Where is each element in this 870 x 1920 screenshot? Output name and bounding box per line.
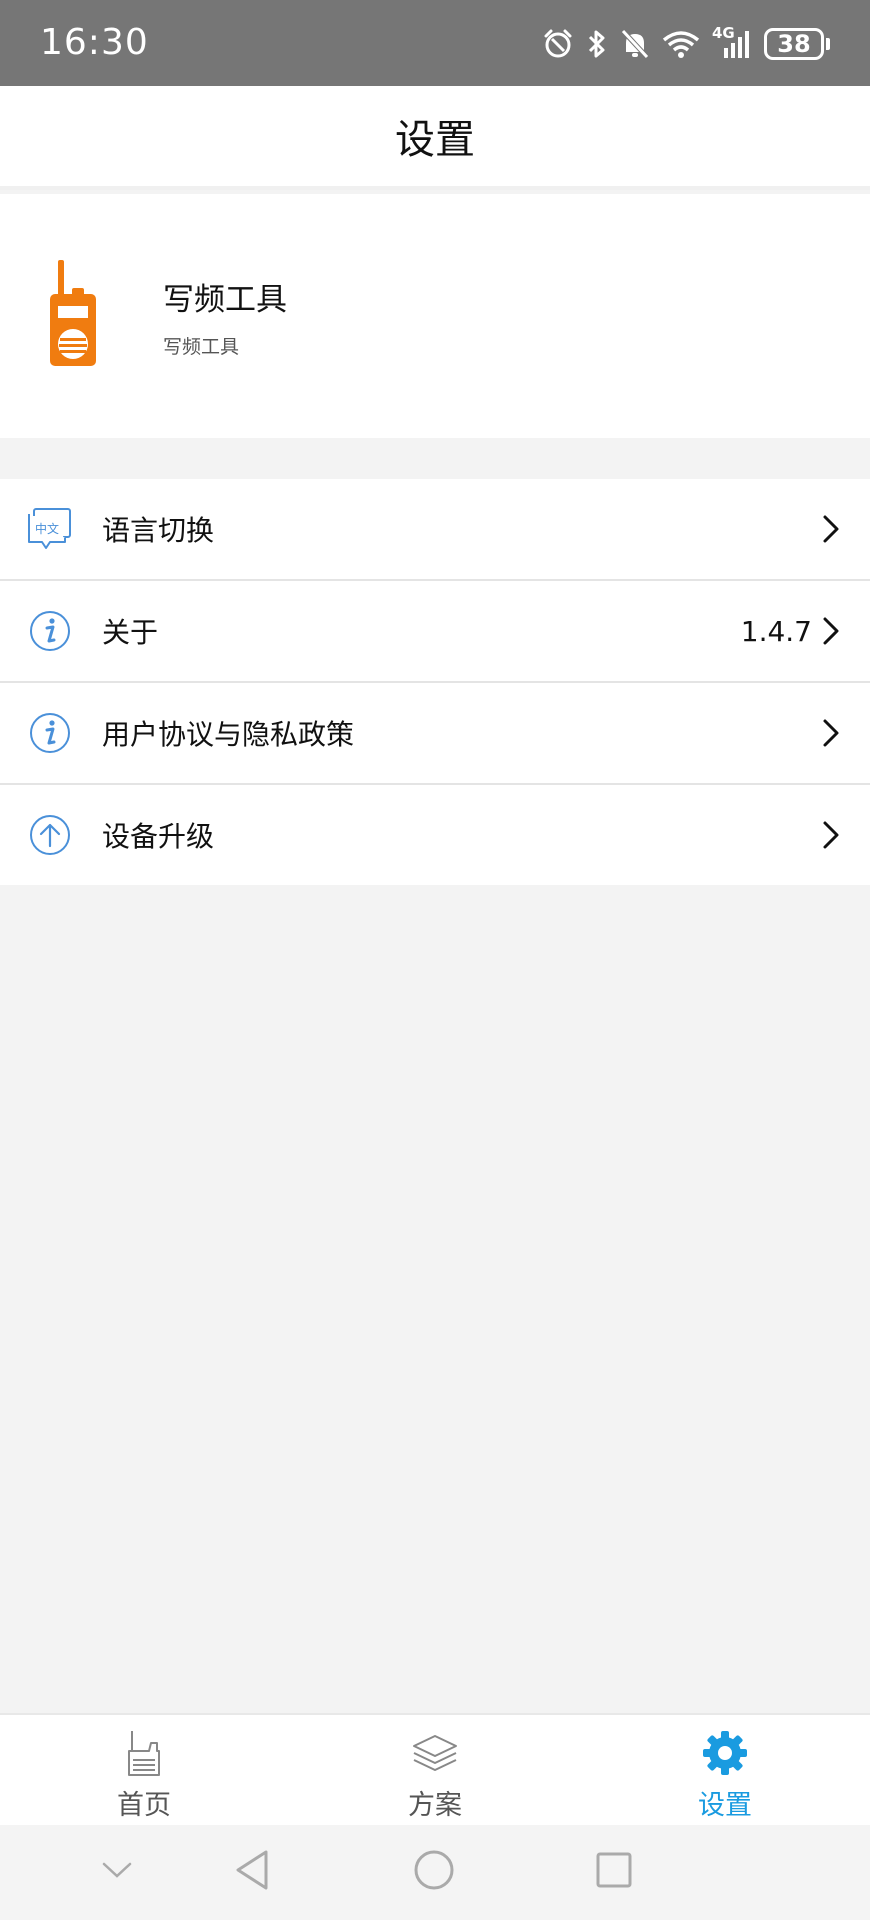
settings-item-label: 设备升级 — [102, 820, 215, 853]
settings-item-about[interactable]: 关于 1.4.7 — [0, 581, 870, 683]
status-icons: 4G 38 — [542, 24, 830, 64]
home-button[interactable] — [409, 1847, 459, 1897]
nav-item-home[interactable]: 首页 — [44, 1715, 244, 1827]
info-icon — [28, 711, 72, 755]
chevron-right-icon — [822, 514, 840, 544]
gear-icon — [700, 1729, 750, 1777]
bottom-nav: 首页 方案 设置 — [0, 1713, 870, 1825]
nav-label: 方案 — [408, 1790, 462, 1821]
settings-item-label: 语言切换 — [102, 514, 215, 547]
radio-icon — [119, 1729, 169, 1777]
nav-item-settings[interactable]: 设置 — [625, 1715, 825, 1827]
app-subtitle: 写频工具 — [163, 336, 240, 358]
language-icon-text: 中文 — [35, 521, 59, 536]
mute-icon — [620, 28, 650, 60]
status-bar: 16:30 4G 38 — [0, 0, 870, 86]
alarm-icon — [542, 28, 574, 60]
system-nav-bar — [0, 1825, 870, 1920]
settings-list: 中文 语言切换 关于 1.4.7 用户协议与隐私政策 设备升级 — [0, 479, 870, 885]
settings-item-language[interactable]: 中文 语言切换 — [0, 479, 870, 581]
back-triangle-icon — [233, 1849, 271, 1895]
version-value: 1.4.7 — [740, 614, 812, 648]
back-button[interactable] — [227, 1847, 277, 1897]
recents-square-icon — [595, 1851, 633, 1893]
status-time: 16:30 — [40, 22, 149, 63]
language-icon: 中文 — [28, 508, 72, 550]
recents-button[interactable] — [589, 1847, 639, 1897]
battery-level: 38 — [764, 28, 824, 60]
chevron-down-icon — [101, 1860, 133, 1884]
hide-keyboard-button[interactable] — [92, 1847, 142, 1897]
title-bar: 设置 — [0, 86, 870, 190]
battery-icon: 38 — [764, 28, 830, 60]
upgrade-icon — [28, 813, 72, 857]
settings-item-upgrade[interactable]: 设备升级 — [0, 785, 870, 885]
settings-item-agreement[interactable]: 用户协议与隐私政策 — [0, 683, 870, 785]
chevron-right-icon — [822, 616, 840, 646]
bluetooth-icon — [586, 28, 608, 60]
app-name: 写频工具 — [163, 282, 287, 318]
wifi-icon — [662, 28, 700, 60]
settings-item-label: 关于 — [102, 616, 159, 649]
home-circle-icon — [413, 1849, 455, 1895]
walkie-talkie-icon — [50, 260, 106, 366]
chevron-right-icon — [822, 820, 840, 850]
layers-icon — [410, 1729, 460, 1777]
signal-icon: 4G — [712, 24, 752, 60]
chevron-right-icon — [822, 718, 840, 748]
nav-item-plans[interactable]: 方案 — [335, 1715, 535, 1827]
settings-item-label: 用户协议与隐私政策 — [102, 718, 355, 751]
nav-label: 首页 — [117, 1790, 171, 1821]
nav-label: 设置 — [698, 1790, 752, 1821]
app-info-card: 写频工具 写频工具 — [0, 194, 870, 438]
page-title: 设置 — [395, 117, 475, 163]
info-icon — [28, 609, 72, 653]
